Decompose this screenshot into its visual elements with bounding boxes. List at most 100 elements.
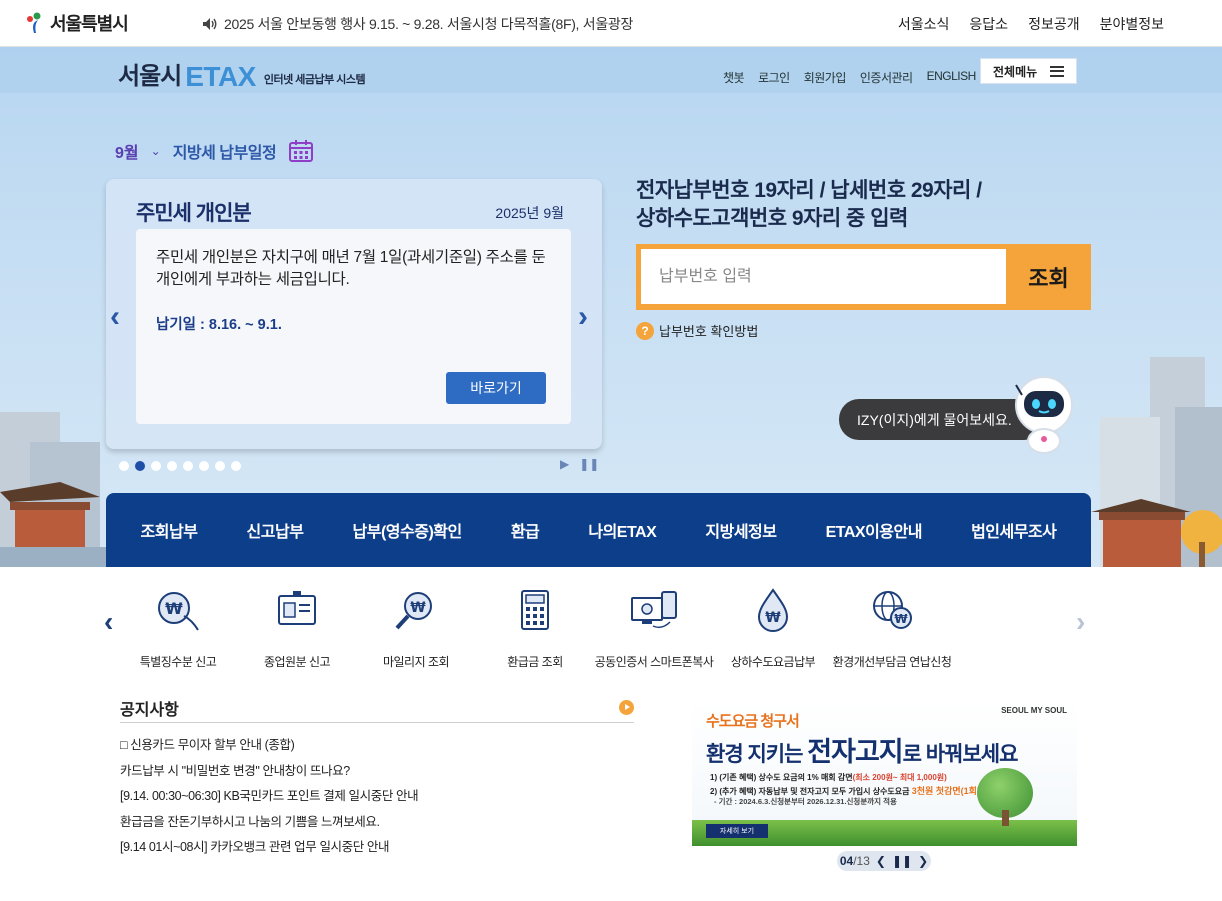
- carousel-dot[interactable]: [199, 461, 209, 471]
- gov-notice[interactable]: 2025 서울 안보동행 행사 9.15. ~ 9.28. 서울시청 다목적홀(…: [202, 14, 633, 34]
- tax-card-due: 납기일 : 8.16. ~ 9.1.: [156, 317, 282, 333]
- util-cert[interactable]: 인증서관리: [860, 69, 913, 86]
- robot-icon[interactable]: [1008, 375, 1080, 455]
- menu-receipt[interactable]: 납부(영수증)확인: [353, 518, 463, 542]
- quick-employee-report[interactable]: 종업원분 신고: [232, 580, 362, 670]
- chevron-down-icon[interactable]: ⌄: [151, 144, 161, 158]
- carousel-dot[interactable]: [231, 461, 241, 471]
- chevron-right-icon[interactable]: ❯: [918, 854, 928, 868]
- payment-number-input[interactable]: [641, 249, 1006, 304]
- search-title-line2: 상하수도고객번호 9자리 중 입력: [636, 207, 908, 230]
- chevron-left-icon[interactable]: ❮: [876, 854, 886, 868]
- quick-label: 공동인증서 스마트폰복사: [594, 655, 714, 669]
- carousel-dots: [119, 461, 241, 471]
- help-link-text: 납부번호 확인방법: [659, 324, 759, 339]
- notice-item[interactable]: [9.14. 00:30~06:30] KB국민카드 포인트 결제 일시중단 안…: [120, 784, 634, 810]
- quick-label: 환경개선부담금 연납신청: [832, 655, 952, 669]
- notice-item[interactable]: [9.14 01시~08시] 카카오뱅크 관련 업무 일시중단 안내: [120, 835, 634, 861]
- util-signup[interactable]: 회원가입: [804, 69, 847, 86]
- quick-special-withholding[interactable]: ₩ 특별징수분 신고: [113, 580, 243, 670]
- quick-water-bill[interactable]: ₩ 상하수도요금납부: [708, 580, 838, 670]
- etax-logo-seoul: 서울시: [118, 63, 182, 90]
- banner-pager: 04/13 ❮ ❚❚ ❯: [837, 851, 931, 871]
- pause-icon[interactable]: ❚❚: [892, 854, 912, 868]
- search-title: 전자납부번호 19자리 / 납세번호 29자리 / 상하수도고객번호 9자리 중…: [636, 177, 982, 233]
- search-button[interactable]: 조회: [1006, 244, 1091, 310]
- gov-nav-news[interactable]: 서울소식: [898, 14, 950, 34]
- seoul-logo-icon: [27, 12, 41, 33]
- seoul-logo[interactable]: 서울특별시: [22, 9, 129, 37]
- hand-coin-icon: ₩: [158, 592, 199, 631]
- quick-cert-copy[interactable]: 공동인증서 스마트폰복사: [589, 580, 719, 670]
- svg-text:₩: ₩: [165, 599, 183, 618]
- quick-env-charge[interactable]: ₩ 환경개선부담금 연납신청: [827, 580, 957, 670]
- chevron-right-icon[interactable]: ›: [578, 300, 588, 334]
- pause-icon[interactable]: ❚❚: [579, 457, 599, 471]
- search-title-line1: 전자납부번호 19자리 / 납세번호 29자리 /: [636, 179, 982, 202]
- carousel-dot[interactable]: [119, 461, 129, 471]
- menu-corp-audit[interactable]: 법인세무조사: [971, 518, 1057, 542]
- etax-header: 서울시 ETAX 인터넷 세금납부 시스템 챗봇 로그인 회원가입 인증서관리 …: [0, 47, 1222, 93]
- notice-item[interactable]: 환급금을 잔돈기부하시고 나눔의 기쁨을 느껴보세요.: [120, 810, 634, 836]
- gov-nav-response[interactable]: 응답소: [969, 14, 1008, 34]
- gov-nav-disclosure[interactable]: 정보공개: [1028, 14, 1080, 34]
- notice-title: 공지사항: [120, 701, 179, 719]
- carousel-dot[interactable]: [151, 461, 161, 471]
- menu-report-pay[interactable]: 신고납부: [247, 518, 304, 542]
- schedule-title[interactable]: 지방세 납부일정: [173, 139, 277, 163]
- quick-label: 종업원분 신고: [263, 655, 331, 669]
- etax-logo-etax: ETAX: [185, 61, 256, 92]
- util-nav: 챗봇 로그인 회원가입 인증서관리 ENGLISH: [723, 69, 976, 86]
- magnifier-coin-icon: ₩: [395, 592, 432, 630]
- menu-refund[interactable]: 환급: [511, 518, 540, 542]
- more-arrow-icon[interactable]: [619, 700, 634, 715]
- chevron-left-icon[interactable]: ‹: [104, 606, 113, 638]
- seoul-logo-text: 서울특별시: [50, 14, 129, 34]
- hero: 서울시 ETAX 인터넷 세금납부 시스템 챗봇 로그인 회원가입 인증서관리 …: [0, 47, 1222, 567]
- menu-my-etax[interactable]: 나의ETAX: [588, 518, 656, 542]
- notice-list: □ 신용카드 무이자 할부 안내 (종합) 카드납부 시 "비밀번호 변경" 안…: [120, 733, 634, 861]
- tax-card-date: 2025년 9월: [495, 205, 564, 221]
- globe-coin-icon: ₩: [873, 591, 912, 629]
- help-link[interactable]: ? 납부번호 확인방법: [636, 321, 758, 340]
- chevron-left-icon[interactable]: ‹: [110, 300, 120, 334]
- carousel-dot[interactable]: [215, 461, 225, 471]
- carousel-dot[interactable]: [135, 461, 145, 471]
- quick-refund-inquiry[interactable]: 환급금 조회: [470, 580, 600, 670]
- quick-label: 상하수도요금납부: [730, 655, 816, 669]
- carousel-controls: ▶ ❚❚: [560, 457, 599, 471]
- gov-notice-text: 2025 서울 안보동행 행사 9.15. ~ 9.28. 서울시청 다목적홀(…: [224, 16, 634, 32]
- play-icon[interactable]: ▶: [560, 457, 569, 471]
- tree-trunk-decor: [1002, 810, 1009, 826]
- menu-etax-guide[interactable]: ETAX이용안내: [826, 518, 923, 542]
- tax-info-card: 주민세 개인분 2025년 9월 주민세 개인분은 자치구에 매년 7월 1일(…: [106, 179, 602, 449]
- gov-nav-fields[interactable]: 분야별정보: [1100, 14, 1164, 34]
- banner-detail-button[interactable]: 자세히 보기: [706, 824, 768, 838]
- banner-kicker: 수도요금 청구서: [706, 713, 800, 730]
- carousel-dot[interactable]: [183, 461, 193, 471]
- all-menu-button[interactable]: 전체메뉴: [980, 58, 1077, 84]
- month-select[interactable]: 9월: [115, 139, 139, 163]
- calendar-icon[interactable]: [288, 139, 314, 163]
- banner-benefit-1: 1) (기존 혜택) 상수도 요금의 1% 매회 감면(최소 200원~ 최대 …: [710, 773, 947, 782]
- water-drop-icon: ₩: [757, 588, 789, 632]
- svg-text:₩: ₩: [410, 600, 426, 616]
- util-english[interactable]: ENGLISH: [927, 69, 977, 86]
- go-button[interactable]: 바로가기: [446, 372, 546, 404]
- menu-local-tax-info[interactable]: 지방세정보: [705, 518, 777, 542]
- menu-inquiry-pay[interactable]: 조회납부: [141, 518, 198, 542]
- chevron-right-icon[interactable]: ›: [1076, 606, 1085, 638]
- quick-menu: ‹ › ₩ 특별징수분 신고 종업원분 신고 ₩ 마일리지 조회 환급금 조회 …: [0, 580, 1222, 680]
- util-login[interactable]: 로그인: [758, 69, 790, 86]
- carousel-dot[interactable]: [167, 461, 177, 471]
- notice-item[interactable]: □ 신용카드 무이자 할부 안내 (종합): [120, 733, 634, 759]
- id-card-icon: [278, 591, 316, 625]
- quick-label: 환급금 조회: [507, 655, 563, 669]
- tax-card-desc: 주민세 개인분은 자치구에 매년 7월 1일(과세기준일) 주소를 둔 개인에게…: [156, 249, 546, 288]
- etax-logo[interactable]: 서울시 ETAX 인터넷 세금납부 시스템: [118, 56, 366, 92]
- quick-mileage[interactable]: ₩ 마일리지 조회: [351, 580, 481, 670]
- notice-board: 공지사항 □ 신용카드 무이자 할부 안내 (종합) 카드납부 시 "비밀번호 …: [120, 693, 634, 861]
- notice-item[interactable]: 카드납부 시 "비밀번호 변경" 안내창이 뜨나요?: [120, 759, 634, 785]
- util-chatbot[interactable]: 챗봇: [723, 69, 745, 86]
- promo-banner[interactable]: 수도요금 청구서 환경 지키는 전자고지로 바꿔보세요 SEOUL MY SOU…: [692, 702, 1077, 846]
